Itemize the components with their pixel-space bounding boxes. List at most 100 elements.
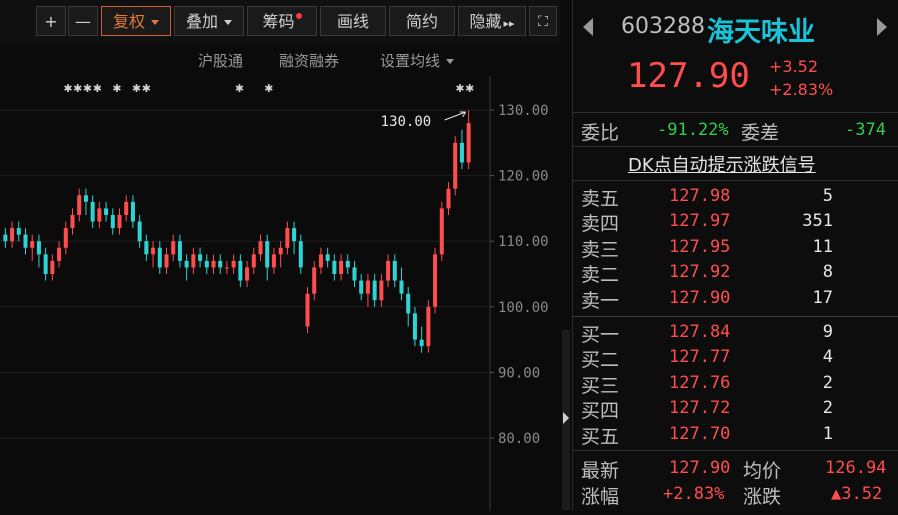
bids-level-price[interactable]: 127.84 [669, 322, 730, 342]
asks-level-price[interactable]: 127.98 [669, 186, 730, 206]
asks-level-label: 卖三 [581, 238, 620, 261]
candle-body [198, 254, 203, 261]
candle-body [77, 195, 82, 215]
asks-level-volume: 5 [822, 186, 833, 206]
next-stock-icon[interactable] [877, 18, 887, 36]
event-marker-icon: ✱ [466, 80, 475, 96]
divider [573, 180, 898, 181]
candle-body [258, 241, 263, 255]
candle-body [265, 241, 270, 268]
candle-body [43, 254, 48, 274]
quote-panel: 603288 海天味业 127.90 +3.52 +2.83% 委比 -91.2… [572, 0, 898, 511]
asks-level-volume: 17 [812, 287, 833, 308]
candle-body [211, 260, 216, 268]
y-tick-label: 110.00 [498, 234, 549, 250]
fuquan-dropdown[interactable]: 复权 [101, 6, 171, 36]
zoom-in-button[interactable]: + [36, 6, 66, 36]
candle-body [224, 267, 229, 269]
event-marker-icon: ✱ [93, 80, 102, 96]
diejia-label: 叠加 [185, 12, 218, 31]
jianyue-button[interactable]: 简约 [389, 6, 455, 36]
candle-body [466, 123, 471, 163]
hugutong-link[interactable]: 沪股通 [198, 50, 243, 71]
candle-body [191, 254, 196, 268]
candle-body [50, 260, 55, 274]
event-marker-icon: ✱ [142, 80, 151, 96]
shezhi-junxian-dropdown[interactable]: 设置均线 [380, 50, 455, 71]
event-marker-icon: ✱ [74, 80, 83, 96]
notification-dot-icon [295, 13, 302, 19]
y-tick-label: 90.00 [498, 365, 540, 381]
candle-body [238, 260, 243, 281]
weicha-label: 委差 [741, 122, 780, 144]
candle-body [292, 228, 297, 242]
chouma-button[interactable]: 筹码 [247, 6, 317, 36]
candle-body [412, 313, 417, 340]
candle-body [30, 241, 35, 248]
divider [573, 146, 898, 147]
candle-body [164, 254, 169, 268]
junjia-value: 126.94 [825, 458, 887, 478]
event-marker-icon: ✱ [83, 80, 92, 96]
candle-body [459, 142, 464, 163]
asks-level-label: 卖二 [581, 264, 620, 287]
candle-body [231, 260, 236, 268]
asks-level-label: 卖五 [581, 188, 620, 210]
diejia-dropdown[interactable]: 叠加 [174, 6, 244, 36]
dk-signal-link[interactable]: DK点自动提示涨跌信号 [628, 151, 816, 177]
kline-chart[interactable]: 130.00 120.00 110.00 100.00 90.00 80.00 130.00… [0, 76, 560, 511]
bids-level-price[interactable]: 127.76 [669, 373, 730, 393]
zoom-out-button[interactable]: — [68, 6, 98, 36]
candle-body [245, 267, 250, 281]
prev-stock-icon[interactable] [583, 18, 593, 36]
price-change: +3.52 [769, 57, 819, 76]
asks-level-price[interactable]: 127.90 [669, 288, 730, 308]
candle-body [104, 208, 109, 215]
asks-level-label: 卖一 [581, 289, 620, 312]
candle-body [184, 260, 189, 268]
fullscreen-icon[interactable]: ⛶ [529, 6, 557, 36]
zhangfu-label: 涨幅 [581, 486, 620, 508]
stock-code: 603288 [621, 14, 705, 39]
candle-body [298, 241, 303, 268]
candle-body [3, 234, 8, 242]
candle-body [83, 195, 88, 202]
weibi-value: -91.22% [657, 120, 729, 140]
bids-level-price[interactable]: 127.70 [669, 424, 730, 444]
junjia-label: 均价 [743, 460, 782, 482]
candle-body [124, 201, 129, 215]
asks-level-volume: 11 [812, 236, 833, 257]
asks-level-volume: 8 [822, 262, 833, 283]
candle-body [218, 260, 223, 268]
weicha-value: -374 [845, 120, 886, 140]
bids-level-price[interactable]: 127.72 [669, 398, 730, 418]
candle-body [130, 201, 135, 222]
asks-level-volume: 351 [802, 211, 833, 232]
zhangdie-label: 涨跌 [743, 486, 782, 508]
rongzi-link[interactable]: 融资融券 [279, 50, 339, 71]
event-marker-icon: ✱ [132, 80, 141, 96]
candle-body [16, 228, 21, 235]
asks-level-price[interactable]: 127.97 [669, 211, 730, 231]
bids-level-volume: 2 [822, 398, 833, 419]
chart-subbar: 沪股通 融资融券 设置均线 [0, 44, 560, 76]
candle-body [110, 214, 115, 229]
divider [573, 316, 898, 317]
bids-level-price[interactable]: 127.77 [669, 347, 730, 367]
divider [573, 112, 898, 113]
bids-level-volume: 9 [822, 322, 833, 342]
yincang-button[interactable]: 隐藏 ▸▸ [458, 6, 526, 36]
candle-body [352, 267, 357, 281]
chouma-label: 筹码 [262, 12, 295, 31]
candle-body [406, 293, 411, 314]
asks-level-price[interactable]: 127.95 [669, 237, 730, 257]
annotation-arrow [444, 111, 466, 121]
collapse-arrow-icon[interactable] [563, 412, 569, 424]
bids-level-volume: 1 [822, 423, 833, 444]
huaxian-button[interactable]: 画线 [320, 6, 386, 36]
asks-level-price[interactable]: 127.92 [669, 262, 730, 282]
candle-body [278, 247, 283, 255]
bids-level-label: 买一 [581, 324, 620, 346]
candle-body [305, 293, 310, 327]
bids-level-volume: 4 [822, 347, 833, 368]
